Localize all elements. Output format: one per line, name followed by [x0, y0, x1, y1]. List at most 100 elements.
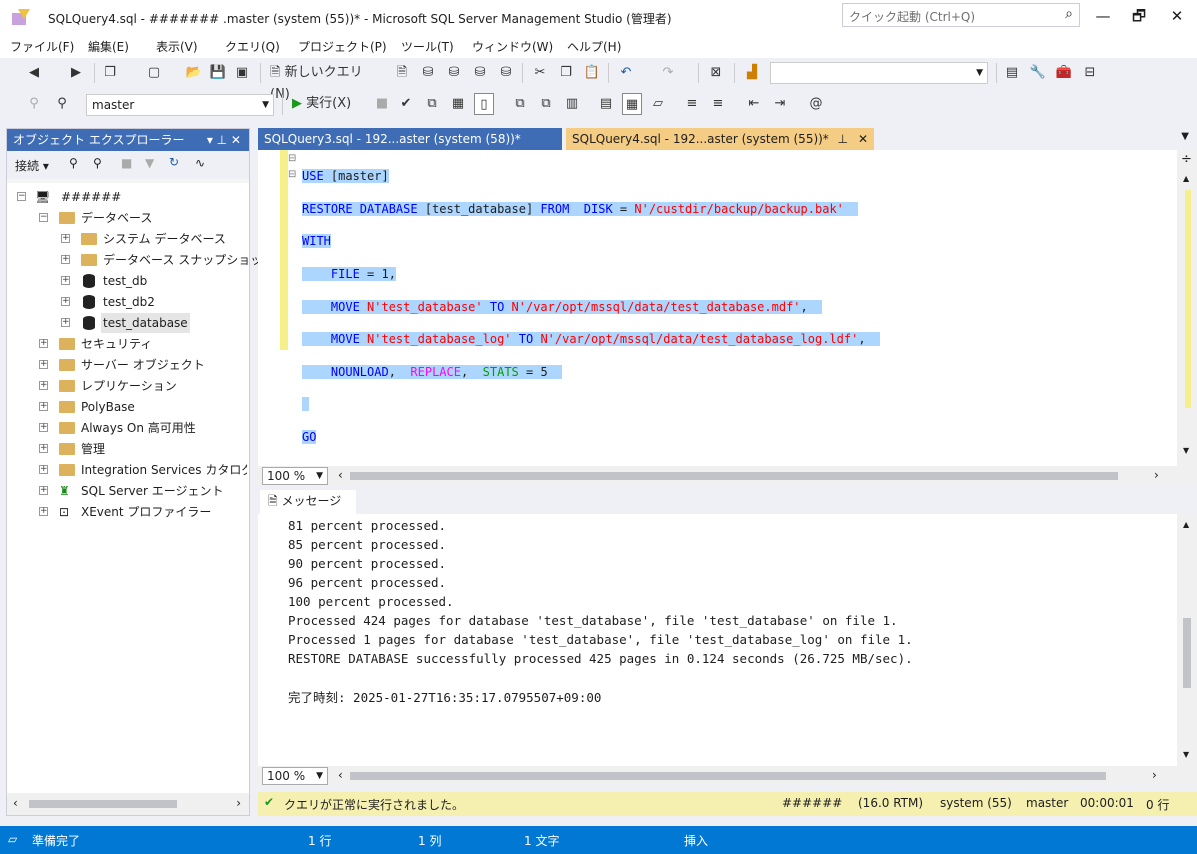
menu-tools[interactable]: ツール(T) [401, 38, 454, 55]
forward-icon[interactable]: ▶ [66, 62, 86, 84]
scroll-up-icon[interactable]: ▲ [1183, 520, 1189, 529]
tab-messages[interactable]: 🗎 メッセージ [260, 490, 356, 514]
scroll-left-icon[interactable]: ‹ [338, 768, 343, 782]
find-icon[interactable]: ▟ [742, 62, 762, 84]
menu-help[interactable]: ヘルプ(H) [567, 38, 621, 55]
tree-integration-services[interactable]: + Integration Services カタログ [7, 460, 247, 480]
scroll-down-icon[interactable]: ▼ [1183, 446, 1189, 455]
estimated-plan-icon[interactable]: ⧉ [422, 93, 442, 115]
connect-plug-icon[interactable]: ⚲ [69, 156, 78, 170]
scroll-down-icon[interactable]: ▼ [1183, 750, 1189, 759]
scroll-left-icon[interactable]: ‹ [13, 796, 18, 810]
tree-server-objects[interactable]: + サーバー オブジェクト [7, 355, 247, 375]
messages-pane[interactable]: 81 percent processed. 85 percent process… [258, 514, 1197, 766]
messages-vscroll[interactable]: ▲ ▼ [1177, 514, 1197, 766]
db-engine-query-icon[interactable]: 🗎 [392, 62, 412, 84]
live-stats-icon[interactable]: ⧉ [536, 93, 556, 115]
specify-values-icon[interactable]: @ [806, 93, 826, 115]
query-options-icon[interactable]: ▦ [448, 93, 468, 115]
pin-icon[interactable]: ⊥ [838, 128, 848, 150]
messages-zoom-combo[interactable]: 100 % ▼ [262, 767, 328, 785]
close-button[interactable]: ✕ [1162, 4, 1192, 28]
menu-query[interactable]: クエリ(Q) [225, 38, 280, 55]
mdx-query-icon[interactable]: ⛁ [418, 62, 438, 84]
tab-close-icon[interactable]: ✕ [858, 128, 868, 150]
scroll-right-icon[interactable]: › [1152, 768, 1157, 782]
tree-server[interactable]: − 🖥 ###### [7, 187, 247, 207]
toolbox-icon[interactable]: 🧰 [1054, 62, 1074, 84]
messages-hscroll-thumb[interactable] [350, 772, 1106, 780]
sql-editor[interactable]: ⊟ ⊟ USE [master] RESTORE DATABASE [test_… [258, 150, 1197, 486]
menu-window[interactable]: ウィンドウ(W) [472, 38, 553, 55]
scroll-right-icon[interactable]: › [236, 796, 241, 810]
tree-test-database[interactable]: + test_database [7, 313, 247, 333]
refresh-icon[interactable]: ↻ [169, 155, 179, 169]
minimize-button[interactable]: — [1088, 4, 1118, 28]
dax-query-icon[interactable]: ⛁ [496, 62, 516, 84]
save-all-icon[interactable]: ▣ [232, 62, 252, 84]
scroll-left-icon[interactable]: ‹ [338, 468, 343, 482]
scroll-thumb[interactable] [29, 800, 177, 808]
tree-polybase[interactable]: + PolyBase [7, 397, 247, 417]
command-window-icon[interactable]: ⊟ [1080, 62, 1100, 84]
results-to-text-icon[interactable]: ▤ [596, 93, 616, 115]
paste-icon[interactable]: 📋 [582, 62, 602, 84]
save-icon[interactable]: 💾 [208, 62, 228, 84]
add-item-icon[interactable]: ▢ [144, 62, 164, 84]
code-area[interactable]: USE [master] RESTORE DATABASE [test_data… [302, 152, 881, 478]
tree-always-on[interactable]: + Always On 高可用性 [7, 418, 247, 438]
tree-sql-agent[interactable]: + ♜ SQL Server エージェント [7, 481, 247, 501]
tree-system-databases[interactable]: + システム データベース [7, 229, 247, 249]
undo-icon[interactable]: ↶ [616, 62, 636, 84]
connect-button[interactable]: 接続 ▾ [15, 157, 49, 174]
properties-icon[interactable]: 🔧 [1028, 62, 1048, 84]
client-stats-icon[interactable]: ▥ [562, 93, 582, 115]
dmx-query-icon[interactable]: ⛁ [444, 62, 464, 84]
scroll-up-icon[interactable]: ▲ [1183, 174, 1189, 183]
back-icon[interactable]: ◀ [24, 62, 44, 84]
tree-replication[interactable]: + レプリケーション [7, 376, 247, 396]
xmla-query-icon[interactable]: ⛁ [470, 62, 490, 84]
open-file-icon[interactable]: 📂 [184, 62, 204, 84]
available-databases-combo[interactable]: master ▼ [86, 94, 274, 116]
copy-icon[interactable]: ❐ [556, 62, 576, 84]
cut-icon[interactable]: ✂ [530, 62, 550, 84]
stop-icon[interactable]: ■ [121, 156, 132, 170]
collapse-icon[interactable]: ⊟ [288, 169, 296, 180]
activity-monitor-icon[interactable]: ⊠ [706, 62, 726, 84]
editor-zoom-combo[interactable]: 100 % ▼ [262, 467, 328, 485]
actual-plan-icon[interactable]: ⧉ [510, 93, 530, 115]
tab-sqlquery4[interactable]: SQLQuery4.sql - 192...aster (system (55)… [566, 128, 874, 150]
editor-hscroll-thumb[interactable] [350, 472, 1118, 480]
tree-management[interactable]: + 管理 [7, 439, 247, 459]
solution-config-combo[interactable]: ▼ [770, 62, 988, 84]
maximize-button[interactable]: 🗗 [1124, 4, 1154, 28]
editor-vscroll[interactable]: ÷ ▲ ▼ [1177, 150, 1197, 466]
tree-xevent-profiler[interactable]: + ⊡ XEvent プロファイラー [7, 502, 247, 522]
cancel-query-icon[interactable]: ■ [372, 93, 392, 115]
object-explorer-hscroll[interactable]: ‹ › [7, 793, 249, 815]
change-connection-icon[interactable]: ⚲ [52, 93, 72, 115]
intellisense-icon[interactable]: ▯ [474, 93, 494, 115]
tree-test-db[interactable]: + test_db [7, 271, 247, 291]
activity-icon[interactable]: ∿ [195, 156, 205, 170]
increase-indent-icon[interactable]: ⇥ [770, 93, 790, 115]
tree-test-db2[interactable]: + test_db2 [7, 292, 247, 312]
connect-icon[interactable]: ⚲ [24, 93, 44, 115]
menu-file[interactable]: ファイル(F) [10, 38, 74, 55]
filter-icon[interactable]: ▼ [145, 156, 154, 170]
scroll-thumb[interactable] [1183, 618, 1191, 688]
results-to-grid-icon[interactable]: ▦ [622, 93, 642, 115]
parse-icon[interactable]: ✔ [396, 93, 416, 115]
tree-db-snapshots[interactable]: + データベース スナップショット [7, 250, 274, 270]
menu-view[interactable]: 表示(V) [156, 38, 198, 55]
disconnect-icon[interactable]: ⚲ [93, 156, 102, 170]
menu-edit[interactable]: 編集(E) [88, 38, 129, 55]
comment-icon[interactable]: ≡ [682, 93, 702, 115]
menu-project[interactable]: プロジェクト(P) [298, 38, 387, 55]
tab-sqlquery3[interactable]: SQLQuery3.sql - 192...aster (system (58)… [258, 128, 562, 150]
new-project-icon[interactable]: ❐ [100, 62, 120, 84]
pin-close-icons[interactable]: ▾ ⊥ ✕ [207, 129, 241, 151]
execute-button[interactable]: ▶ 実行(X) [292, 93, 362, 115]
redo-icon[interactable]: ↷ [658, 62, 678, 84]
